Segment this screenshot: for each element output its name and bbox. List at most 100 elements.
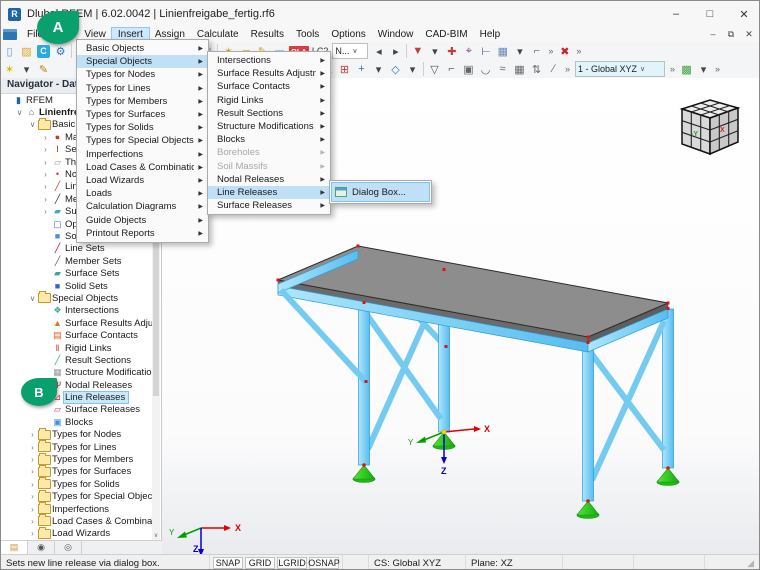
tree-item-types-for-lines[interactable]: › Types for Lines [1,440,154,453]
close-button[interactable]: ✕ [727,1,759,27]
tree-item-blocks[interactable]: ▣ Blocks [1,416,154,428]
next-load-case-icon[interactable]: ▸ [387,43,404,59]
menu-tools[interactable]: Tools [290,28,325,41]
tab-views[interactable]: ◉ [28,541,55,554]
menu-item-printout-reports[interactable]: Printout Reports ▶ [77,227,208,240]
wrench-icon[interactable]: ⌐ [528,43,545,59]
tree-item-types-for-special-objects[interactable]: › Types for Special Objects [1,489,154,503]
menu-item-rigid-links[interactable]: Rigid Links ▶ [208,94,330,107]
expander-closed-icon[interactable]: › [27,529,38,538]
view-combo[interactable]: 1 - Global XYZ ∨ [575,61,666,77]
tree-item-line-sets[interactable]: ╱ Line Sets [1,243,154,255]
maximize-button[interactable]: □ [693,1,727,27]
expander-closed-icon[interactable]: › [27,443,38,452]
solid-box-icon[interactable]: ▦ [494,43,511,59]
tree-item-special-objects[interactable]: ∨ Special Objects [1,291,154,304]
render-mode-icon[interactable]: ▩ [678,61,695,77]
file-ribbon-icon[interactable] [3,29,17,40]
member-leg-front-right[interactable] [582,342,594,502]
prev-load-case-icon[interactable]: ◂ [370,43,387,59]
menu-item-surface-contacts[interactable]: Surface Contacts ▶ [208,80,330,93]
menu-item-line-releases[interactable]: Line Releases ▶ [208,185,330,200]
clear-results-icon[interactable]: ✖ [556,43,573,59]
tree-item-solid-sets[interactable]: ■ Solid Sets [1,280,154,292]
toggle-snap[interactable]: SNAP [213,557,243,569]
toggle-lgrid[interactable]: LGRID [277,557,307,569]
tab-display[interactable]: ◎ [55,541,82,554]
dimension-icon[interactable]: ⊢ [477,43,494,59]
menu-item-types-for-surfaces[interactable]: Types for Surfaces ▶ [77,108,208,121]
menu-item-surface-results-adjustments[interactable]: Surface Results Adjustments ▶ [208,67,330,80]
menu-item-basic-objects[interactable]: Basic Objects ▶ [77,42,208,55]
pin-icon[interactable]: ✚ [443,43,460,59]
toolbar2-overflow-3[interactable]: » [715,64,720,74]
copy-icon[interactable]: C [37,44,50,58]
member-leg-front-left[interactable] [358,302,370,466]
menu-item-types-for-solids[interactable]: Types for Solids ▶ [77,121,208,134]
expander-closed-icon[interactable]: › [27,505,38,514]
child-close-button[interactable]: ✕ [741,29,757,40]
expander-closed-icon[interactable]: › [40,170,51,179]
tree-item-structure-modifications[interactable]: ▦ Structure Modifications [1,367,154,379]
tree-item-surface-results-adjustments[interactable]: ▲Surface Results Adjustments [1,317,154,329]
menu-item-blocks[interactable]: Blocks ▶ [208,133,330,146]
tree-item-load-cases-combinations[interactable]: › Load Cases & Combinations [1,514,154,527]
menu-item-types-for-lines[interactable]: Types for Lines ▶ [77,82,208,95]
menu-item-imperfections[interactable]: Imperfections ▶ [77,148,208,161]
new-object-icon[interactable]: ✶ [1,61,18,77]
resize-grip[interactable]: ◢ [747,558,756,569]
support-back-right[interactable] [656,466,680,486]
filter-loads-icon[interactable]: ▼ [409,43,426,59]
open-model-icon[interactable]: ▨ [18,43,35,59]
expander-closed-icon[interactable]: › [40,158,51,167]
menu-item-types-for-nodes[interactable]: Types for Nodes ▶ [77,68,208,81]
toolbar2-overflow-2[interactable]: » [670,64,675,74]
menu-item-surface-releases[interactable]: Surface Releases ▶ [208,199,330,212]
arc-view-icon[interactable]: ◡ [477,61,494,77]
support-front-right[interactable] [576,499,600,519]
expander-closed-icon[interactable]: › [27,467,38,476]
swap-icon[interactable]: ⇅ [528,61,545,77]
tree-item-load-wizards[interactable]: › Load Wizards [1,526,154,540]
structure-model[interactable] [276,244,680,519]
diagonal-icon[interactable]: ∕ [545,61,562,77]
tree-item-types-for-nodes[interactable]: › Types for Nodes [1,427,154,441]
tree-item-surface-contacts[interactable]: ▤ Surface Contacts [1,329,154,341]
settings-gear-icon[interactable]: ⚙ [52,43,69,59]
section-box-icon[interactable]: ▣ [460,61,477,77]
toggle-osnap[interactable]: OSNAP [308,557,340,569]
menu-item-dialog-box[interactable]: Dialog Box... [331,182,430,202]
menu-results[interactable]: Results [245,28,290,41]
menu-options[interactable]: Options [325,28,371,41]
expander-closed-icon[interactable]: › [40,145,51,154]
table-dropdown-icon[interactable]: ▾ [511,43,528,59]
toolbar2-overflow-1[interactable]: » [565,64,570,74]
menu-help[interactable]: Help [474,28,507,41]
expander-closed-icon[interactable]: › [27,480,38,489]
expander-closed-icon[interactable]: › [40,182,51,191]
member-leg-back-right[interactable] [662,308,674,469]
filter-dropdown-icon[interactable]: ▾ [426,43,443,59]
expander-closed-icon[interactable]: › [40,133,51,142]
toolbar1-overflow-2[interactable]: » [576,46,581,56]
render-dropdown-icon[interactable]: ▾ [695,61,712,77]
menu-window[interactable]: Window [372,28,420,41]
clipping-box-icon[interactable]: ⌐ [443,61,460,77]
menu-cad-bim[interactable]: CAD-BIM [419,28,473,41]
child-restore-button[interactable]: ⧉ [723,29,739,40]
new-model-icon[interactable]: ▯ [1,43,18,59]
dimension-grid-icon[interactable]: ⊞ [336,61,353,77]
menu-item-special-objects[interactable]: Special Objects ▶ [77,55,208,69]
tree-item-member-sets[interactable]: ╱ Member Sets [1,255,154,267]
tree-item-result-sections[interactable]: ╱ Result Sections [1,354,154,366]
tree-item-surface-releases[interactable]: ▱ Surface Releases [1,404,154,416]
edit-object-icon[interactable]: ✎ [35,61,52,77]
load-case-combo[interactable]: N... ∨ [332,43,369,59]
support-front-left[interactable] [352,463,376,483]
navigation-cube[interactable]: -Y X [679,99,741,156]
tab-data[interactable]: ▤ [1,541,28,554]
tree-item-rigid-links[interactable]: ‖ Rigid Links [1,342,154,354]
toolbar1-overflow-1[interactable]: » [548,46,553,56]
menu-item-calculation-diagrams[interactable]: Calculation Diagrams ▶ [77,200,208,213]
expander-open-icon[interactable]: ∨ [27,294,38,303]
